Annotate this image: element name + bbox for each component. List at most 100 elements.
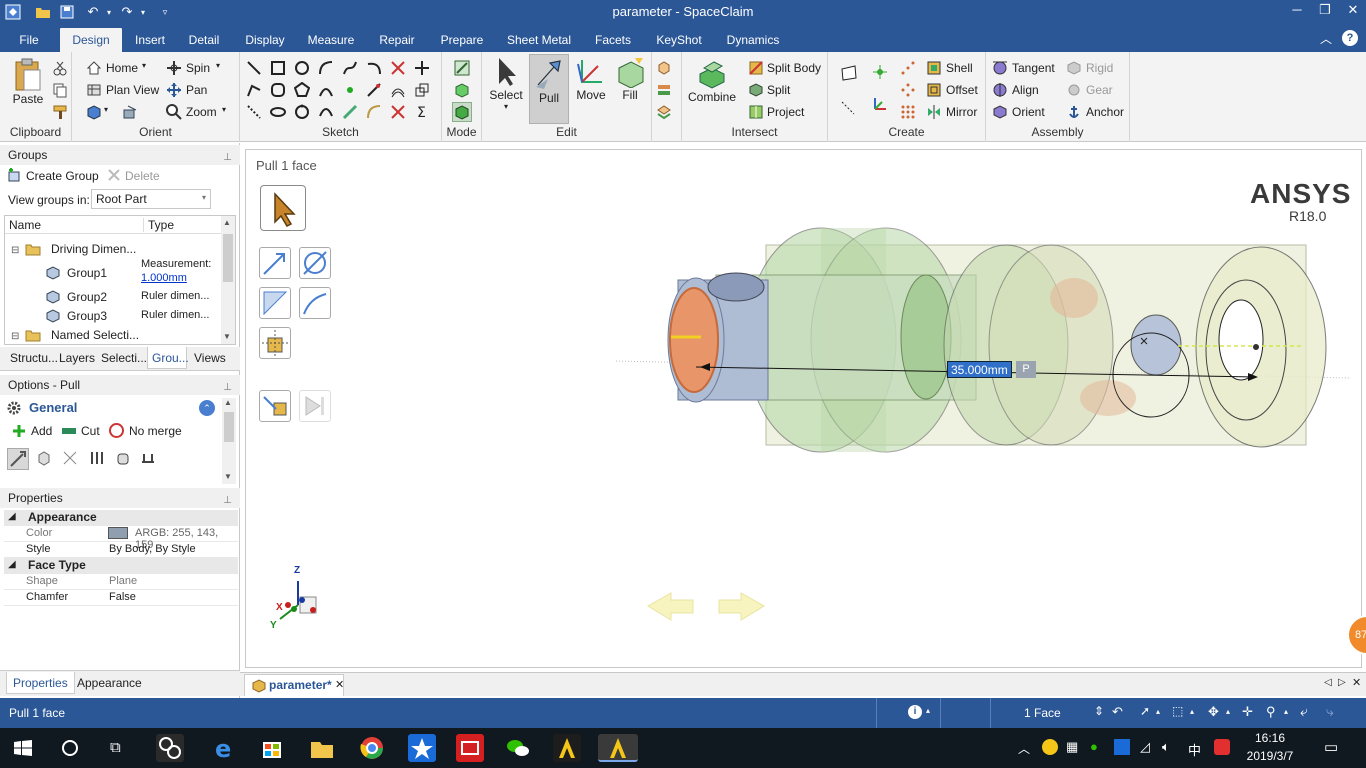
spline-tool-icon[interactable] (342, 60, 358, 76)
document-tab[interactable]: parameter* ✕ (244, 674, 344, 696)
extend-icon[interactable] (366, 82, 382, 98)
pin-icon[interactable]: ⊥ (223, 491, 232, 511)
select-previous-icon[interactable]: ↶ (1112, 704, 1123, 720)
tray-star-icon[interactable] (1114, 739, 1130, 755)
chrome-icon[interactable] (358, 734, 386, 762)
snap-view-icon[interactable] (122, 104, 138, 120)
anchor-icon[interactable] (1066, 104, 1082, 120)
view-cube-icon[interactable] (86, 104, 102, 120)
collapse-icon[interactable]: ⊟ (11, 331, 19, 342)
circle-tool-icon[interactable] (294, 60, 310, 76)
edge-browser-icon[interactable]: e (210, 734, 238, 763)
view-groups-select[interactable]: Root Part ▾ (91, 189, 211, 209)
tab-detail[interactable]: Detail (182, 28, 226, 52)
offset-icon[interactable] (926, 82, 942, 98)
tangent-label[interactable]: Tangent (1012, 61, 1055, 75)
zoom-dropdown-icon[interactable]: ▾ (222, 105, 226, 114)
face-curve-icon[interactable] (342, 104, 358, 120)
general-section-title[interactable]: General (29, 400, 77, 415)
pin-icon[interactable]: ⊥ (223, 378, 232, 398)
pan-status-icon[interactable]: ✛ (1242, 704, 1253, 720)
close-button[interactable]: ✕ (1338, 2, 1366, 22)
ellipse-icon[interactable] (270, 104, 286, 120)
collapse-section-icon[interactable]: ⌃ (199, 400, 215, 416)
sogou-icon[interactable] (1214, 739, 1230, 755)
sweep-icon[interactable] (89, 450, 105, 466)
mirror-icon[interactable] (926, 104, 942, 120)
delete-icon[interactable] (106, 167, 122, 183)
tangent-arc-icon[interactable] (366, 60, 382, 76)
tweak-face-icon[interactable] (656, 104, 672, 120)
up-to-icon[interactable] (36, 450, 52, 466)
tray-app-icon[interactable] (1042, 739, 1058, 755)
tab-display[interactable]: Display (238, 28, 292, 52)
view-dropdown-icon[interactable]: ▾ (104, 105, 108, 114)
pin-icon[interactable]: ⊥ (223, 148, 232, 168)
appearance-section[interactable]: ◢ Appearance (4, 510, 238, 526)
cut-option-icon[interactable] (62, 428, 76, 434)
trim-icon[interactable] (390, 60, 406, 76)
polygon-icon[interactable] (293, 81, 311, 98)
tab-keyshot[interactable]: KeyShot (650, 28, 708, 52)
tree-row-value-link[interactable]: 1.000mm (141, 272, 187, 284)
col-type[interactable]: Type (143, 218, 174, 232)
three-point-arc-icon[interactable] (318, 104, 334, 120)
grid-pattern-icon[interactable] (900, 104, 916, 120)
gear-label[interactable]: Gear (1086, 83, 1113, 97)
tab-insert[interactable]: Insert (128, 28, 172, 52)
cut-option[interactable]: Cut (81, 424, 100, 438)
no-merge-icon[interactable] (109, 423, 124, 438)
point-array-icon[interactable] (900, 60, 916, 76)
face-type-section[interactable]: ◢ Face Type (4, 558, 238, 574)
info-dropdown-icon[interactable]: ▴ (926, 706, 930, 715)
split-body-label[interactable]: Split Body (767, 61, 821, 75)
equation-icon[interactable]: Σ (414, 104, 430, 121)
sketch-move-icon[interactable] (414, 60, 430, 76)
scroll-thumb[interactable] (224, 412, 234, 442)
axis-icon[interactable] (840, 100, 856, 116)
orient-assembly-label[interactable]: Orient (1012, 105, 1045, 119)
tree-scrollbar[interactable]: ▲ ▼ (221, 216, 235, 344)
tab-left-icon[interactable]: ◁ (1324, 677, 1332, 688)
tab-repair[interactable]: Repair (372, 28, 422, 52)
app-icon-star[interactable] (408, 734, 436, 762)
box-select-icon[interactable]: ⬚ (1172, 704, 1183, 718)
plan-view-icon[interactable] (86, 82, 102, 98)
offset-curve-icon[interactable] (390, 82, 406, 98)
shell-label[interactable]: Shell (946, 61, 973, 75)
dimension-input[interactable]: 35.000mm (947, 361, 1012, 378)
split-icon[interactable] (748, 82, 764, 98)
origin-icon[interactable] (872, 64, 888, 80)
orient-assembly-icon[interactable] (992, 104, 1008, 120)
store-icon[interactable] (258, 734, 286, 762)
windows-start-icon[interactable] (14, 740, 32, 756)
tab-sheet-metal[interactable]: Sheet Metal (500, 28, 578, 52)
app-icon-1[interactable] (156, 734, 184, 762)
paste-button[interactable]: Paste (6, 58, 50, 116)
tab-design[interactable]: Design (60, 28, 122, 52)
home-dropdown-icon[interactable]: ▾ (142, 61, 146, 70)
sweep-arc-icon[interactable] (318, 82, 334, 98)
project-sketch-icon[interactable] (414, 82, 430, 98)
select-mode-dropdown-icon[interactable]: ▴ (1156, 707, 1160, 716)
rigid-icon[interactable] (1066, 60, 1082, 76)
sketch-mode-icon[interactable] (454, 60, 470, 76)
ime-indicator[interactable]: 中 (1188, 740, 1201, 759)
tab-file[interactable]: File (8, 28, 50, 52)
add-option[interactable]: Add (31, 424, 52, 438)
fill-button[interactable]: Fill (612, 56, 648, 120)
tab-measure[interactable]: Measure (302, 28, 360, 52)
scroll-up-icon[interactable]: ▲ (223, 218, 231, 227)
line-tool-icon[interactable] (246, 60, 262, 76)
spin-label[interactable]: Spin (186, 61, 210, 75)
create-group-icon[interactable] (6, 167, 22, 183)
scroll-thumb[interactable] (223, 234, 233, 282)
tray-device-icon[interactable]: ▦ (1066, 739, 1078, 755)
delete-button[interactable]: Delete (125, 169, 160, 183)
home-icon[interactable] (86, 60, 102, 76)
next-view-icon[interactable]: ⤷ (1326, 703, 1334, 720)
project-icon[interactable] (748, 104, 764, 120)
tab-views[interactable]: Views (194, 347, 226, 369)
network-icon[interactable]: ◿ (1140, 739, 1150, 755)
home-label[interactable]: Home (106, 61, 138, 75)
